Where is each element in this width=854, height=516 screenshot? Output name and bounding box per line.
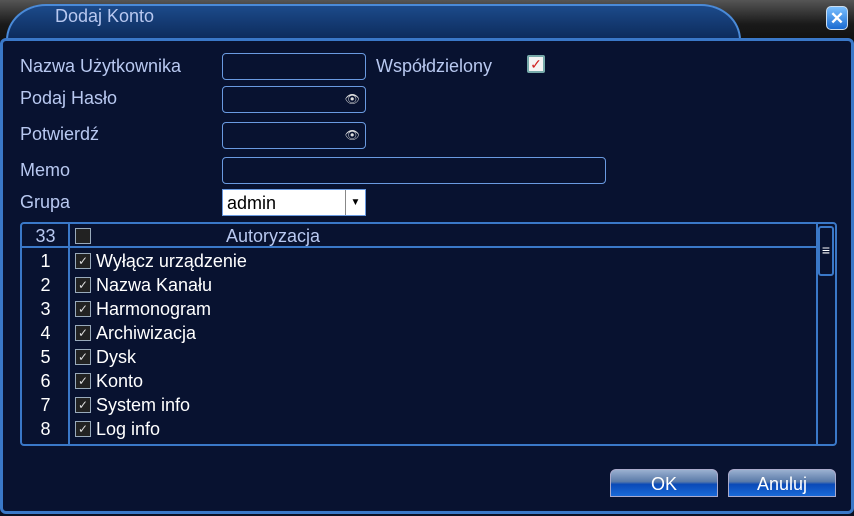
cancel-button[interactable]: Anuluj — [728, 469, 836, 497]
permission-checkbox[interactable]: ✓ — [75, 253, 91, 269]
password-input[interactable]: 👁 — [222, 86, 366, 113]
memo-label: Memo — [20, 160, 71, 180]
row-number: 6 — [40, 371, 51, 391]
table-row[interactable]: 4 ✓ Archiwizacja — [22, 321, 818, 345]
confirm-label: Potwierdź — [20, 124, 100, 144]
permission-checkbox[interactable]: ✓ — [75, 277, 91, 293]
permission-checkbox[interactable]: ✓ — [75, 397, 91, 413]
group-label: Grupa — [20, 192, 71, 212]
group-value: admin — [227, 193, 277, 213]
close-icon[interactable]: ✕ — [826, 6, 848, 30]
permission-checkbox[interactable]: ✓ — [75, 325, 91, 341]
permission-label: Dysk — [96, 347, 136, 367]
table-row[interactable]: 9✓ — [22, 441, 818, 446]
group-select[interactable]: admin ▼ — [222, 189, 366, 216]
confirm-password-input[interactable]: 👁 — [222, 122, 366, 149]
permission-checkbox[interactable]: ✓ — [75, 373, 91, 389]
column-title: Autoryzacja — [226, 226, 321, 246]
password-label: Podaj Hasło — [20, 88, 118, 108]
ok-button[interactable]: OK — [610, 469, 718, 497]
permission-checkbox[interactable]: ✓ — [75, 445, 91, 446]
table-row[interactable]: 8 ✓ Log info — [22, 417, 818, 441]
select-all-checkbox[interactable] — [75, 228, 91, 244]
memo-input[interactable] — [222, 157, 606, 184]
row-number: 4 — [40, 323, 51, 343]
table-row[interactable]: 7 ✓ System info — [22, 393, 818, 417]
shared-checkbox[interactable]: ✓ — [527, 55, 545, 73]
permission-label: Log info — [96, 419, 161, 439]
shared-label: Współdzielony — [376, 56, 493, 76]
row-number: 1 — [40, 251, 51, 271]
row-number: 2 — [40, 275, 51, 295]
row-number: 3 — [40, 299, 51, 319]
permission-checkbox[interactable]: ✓ — [75, 349, 91, 365]
table-row[interactable]: 6 ✓ Konto — [22, 369, 818, 393]
permission-label: Nazwa Kanału — [96, 275, 213, 295]
permission-label: Konto — [96, 371, 144, 391]
scrollbar[interactable]: ≡ — [816, 224, 835, 444]
dialog-title: Dodaj Konto — [55, 6, 155, 26]
permissions-table: 33 Autoryzacja 1 ✓ Wyłącz urządzenie 2 ✓ Nazw… — [20, 222, 837, 446]
permission-label: Archiwizacja — [96, 323, 197, 343]
row-number: 7 — [40, 395, 51, 415]
permission-label: System info — [96, 395, 191, 415]
row-number: 5 — [40, 347, 51, 367]
row-number: 9 — [22, 441, 69, 444]
scrollbar-thumb[interactable]: ≡ — [818, 226, 834, 276]
eye-slash-icon[interactable]: 👁 — [345, 92, 360, 106]
permission-checkbox[interactable]: ✓ — [75, 301, 91, 317]
table-header: 33 Autoryzacja — [22, 224, 818, 248]
row-number: 8 — [40, 419, 51, 439]
permission-count: 33 — [35, 226, 56, 246]
permission-checkbox[interactable]: ✓ — [75, 421, 91, 437]
table-row[interactable]: 2 ✓ Nazwa Kanału — [22, 273, 818, 297]
chevron-down-icon[interactable]: ▼ — [345, 190, 365, 215]
permission-label: Harmonogram — [96, 299, 212, 319]
username-label: Nazwa Użytkownika — [20, 56, 182, 76]
table-row[interactable]: 5 ✓ Dysk — [22, 345, 818, 369]
permission-label: Wyłącz urządzenie — [96, 251, 247, 271]
username-input[interactable] — [222, 53, 366, 80]
table-row[interactable]: 1 ✓ Wyłącz urządzenie — [22, 249, 818, 273]
eye-slash-icon[interactable]: 👁 — [345, 128, 360, 142]
table-row[interactable]: 3 ✓ Harmonogram — [22, 297, 818, 321]
